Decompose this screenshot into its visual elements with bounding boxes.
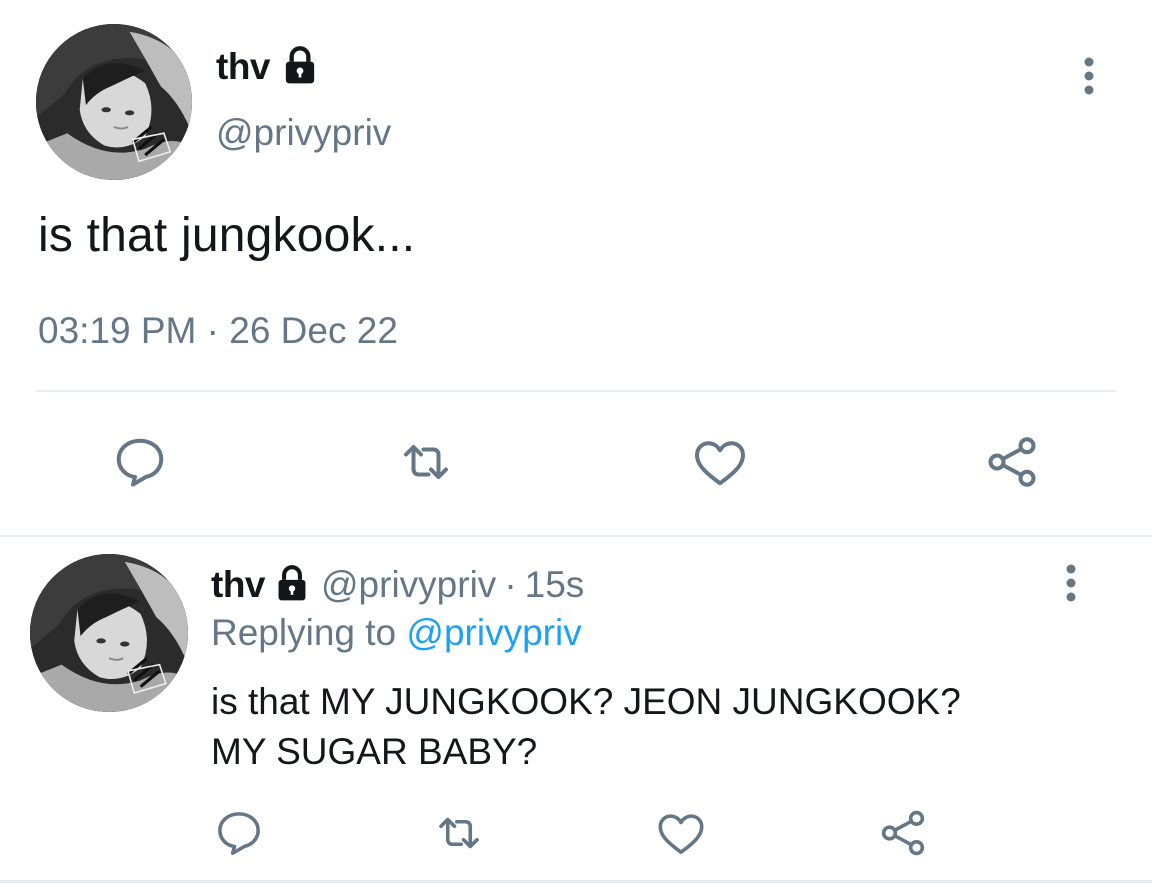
more-vertical-icon[interactable] — [1060, 563, 1082, 603]
reply-button[interactable] — [110, 432, 170, 497]
share-button[interactable] — [982, 432, 1042, 497]
reply-author-handle[interactable]: @privypriv — [321, 564, 496, 606]
separator-dot: · — [504, 564, 517, 605]
author-handle[interactable]: @privypriv — [216, 112, 391, 154]
reply-author-name[interactable]: thv — [211, 564, 266, 606]
reply-icon — [116, 438, 164, 487]
like-button[interactable] — [654, 806, 708, 865]
tweet-text: is that jungkook... — [38, 209, 416, 262]
avatar[interactable] — [36, 24, 192, 180]
divider — [0, 880, 1152, 883]
reply-button[interactable] — [212, 806, 266, 865]
reply-text-line: MY SUGAR BABY? — [211, 731, 538, 772]
tweet-timestamp[interactable]: 03:19 PM · 26 Dec 22 — [38, 310, 398, 352]
replying-to: Replying to @privypriv — [211, 612, 582, 654]
replying-to-mention[interactable]: @privypriv — [406, 612, 581, 653]
retweet-icon — [404, 445, 448, 479]
reply-header: thv @privypriv · 15s — [211, 564, 584, 606]
like-button[interactable] — [690, 432, 750, 497]
heart-icon — [658, 814, 704, 854]
reply-text: is that MY JUNGKOOK? JEON JUNGKOOK? MY S… — [211, 677, 1111, 777]
author-row: thv — [216, 46, 320, 88]
share-button[interactable] — [876, 806, 930, 865]
heart-icon — [695, 441, 745, 486]
lock-icon — [273, 564, 311, 602]
reply-time[interactable]: 15s — [525, 564, 585, 606]
replying-label: Replying to — [211, 612, 397, 653]
retweet-icon — [439, 817, 479, 849]
retweet-button[interactable] — [396, 432, 456, 497]
retweet-button[interactable] — [432, 806, 486, 865]
reply-icon — [218, 812, 260, 856]
more-vertical-icon[interactable] — [1078, 56, 1100, 96]
reply-avatar[interactable] — [30, 554, 188, 712]
share-icon — [988, 437, 1036, 487]
divider — [0, 535, 1152, 537]
author-name[interactable]: thv — [216, 46, 271, 88]
share-icon — [881, 810, 925, 856]
lock-icon — [280, 45, 320, 85]
divider — [36, 390, 1116, 392]
reply-text-line: is that MY JUNGKOOK? JEON JUNGKOOK? — [211, 681, 961, 722]
